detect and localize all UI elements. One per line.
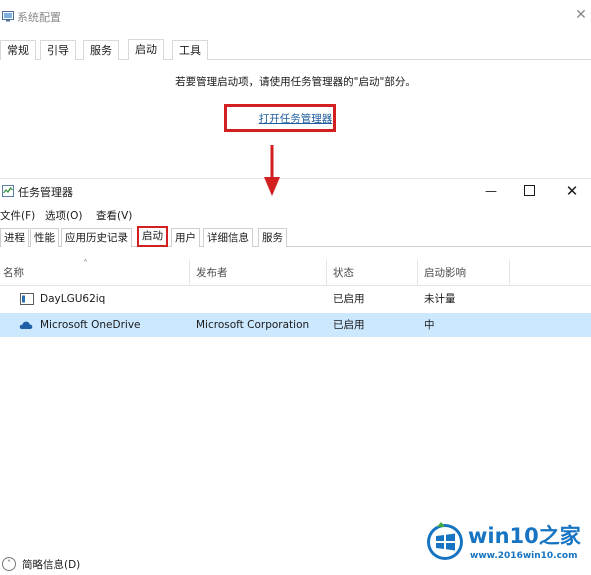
watermark-brand: win10之家 — [468, 524, 581, 548]
fewer-details-link[interactable]: 简略信息(D) — [22, 557, 80, 572]
startup-table-header: 名称 发布者 状态 启动影响 — [0, 260, 591, 286]
row-name: Microsoft OneDrive — [40, 319, 141, 331]
column-startup-impact[interactable]: 启动影响 — [421, 260, 466, 286]
task-manager-app-icon — [2, 185, 14, 197]
close-icon[interactable]: ✕ — [574, 8, 588, 22]
row-status: 已启用 — [333, 293, 365, 305]
system-config-app-icon — [2, 11, 14, 22]
tab-users[interactable]: 用户 — [171, 228, 200, 247]
windows-logo-icon — [427, 522, 463, 560]
tab-processes[interactable]: 进程 — [0, 228, 29, 247]
system-config-tabs: 常规 引导 服务 启动 工具 — [0, 39, 591, 61]
tab-services[interactable]: 服务 — [258, 228, 287, 247]
column-divider[interactable] — [189, 260, 190, 286]
column-status[interactable]: 状态 — [330, 260, 354, 286]
menu-bar: 文件(F) 选项(O) 查看(V) — [0, 205, 591, 225]
open-task-manager-link[interactable]: 打开任务管理器 — [0, 111, 591, 126]
row-publisher: Microsoft Corporation — [196, 319, 310, 331]
system-config-title: 系统配置 — [17, 11, 61, 24]
column-divider[interactable] — [417, 260, 418, 286]
startup-panel: 若要管理启动项，请使用任务管理器的"启动"部分。 打开任务管理器 — [0, 60, 591, 176]
row-impact: 中 — [424, 319, 435, 331]
row-name: DayLGU62iq — [40, 293, 106, 305]
row-status: 已启用 — [333, 319, 365, 331]
onedrive-cloud-icon — [19, 321, 33, 329]
tab-performance[interactable]: 性能 — [30, 228, 59, 247]
menu-view[interactable]: 查看(V) — [96, 208, 132, 223]
table-row[interactable]: Microsoft OneDrive Microsoft Corporation… — [0, 313, 591, 337]
tab-startup[interactable]: 启动 — [137, 226, 168, 247]
table-row[interactable]: DayLGU62iq 已启用 未计量 — [0, 287, 591, 311]
task-manager-title: 任务管理器 — [18, 186, 73, 199]
system-config-window: 系统配置 ✕ 常规 引导 服务 启动 工具 若要管理启动项，请使用任务管理器的"… — [0, 0, 591, 178]
column-divider[interactable] — [326, 260, 327, 286]
column-publisher[interactable]: 发布者 — [193, 260, 228, 286]
menu-file[interactable]: 文件(F) — [0, 208, 35, 223]
row-impact: 未计量 — [424, 293, 456, 305]
tab-general[interactable]: 常规 — [0, 40, 36, 60]
tab-tools[interactable]: 工具 — [172, 40, 208, 60]
menu-options[interactable]: 选项(O) — [45, 208, 82, 223]
chevron-up-icon[interactable]: ˄ — [2, 557, 16, 571]
tab-services[interactable]: 服务 — [83, 40, 119, 60]
system-config-titlebar: 系统配置 ✕ — [0, 0, 591, 32]
maximize-icon[interactable] — [524, 185, 535, 196]
close-icon[interactable]: ✕ — [564, 181, 580, 201]
tab-startup[interactable]: 启动 — [128, 39, 164, 61]
task-manager-titlebar: 任务管理器 — ✕ — [0, 179, 591, 205]
tab-boot[interactable]: 引导 — [40, 40, 76, 60]
startup-message: 若要管理启动项，请使用任务管理器的"启动"部分。 — [175, 76, 416, 88]
minimize-icon[interactable]: — — [483, 181, 499, 201]
column-name[interactable]: 名称 — [0, 260, 24, 286]
tab-app-history[interactable]: 应用历史记录 — [61, 228, 132, 247]
column-divider[interactable] — [509, 260, 510, 286]
task-manager-tabs: 进程 性能 应用历史记录 启动 用户 详细信息 服务 — [0, 226, 591, 247]
watermark-url: www.2016win10.com — [470, 551, 578, 561]
tab-details[interactable]: 详细信息 — [203, 228, 253, 247]
app-window-icon — [20, 293, 34, 305]
arrow-down-icon — [264, 145, 280, 196]
watermark: win10之家 www.2016win10.com — [420, 516, 591, 572]
